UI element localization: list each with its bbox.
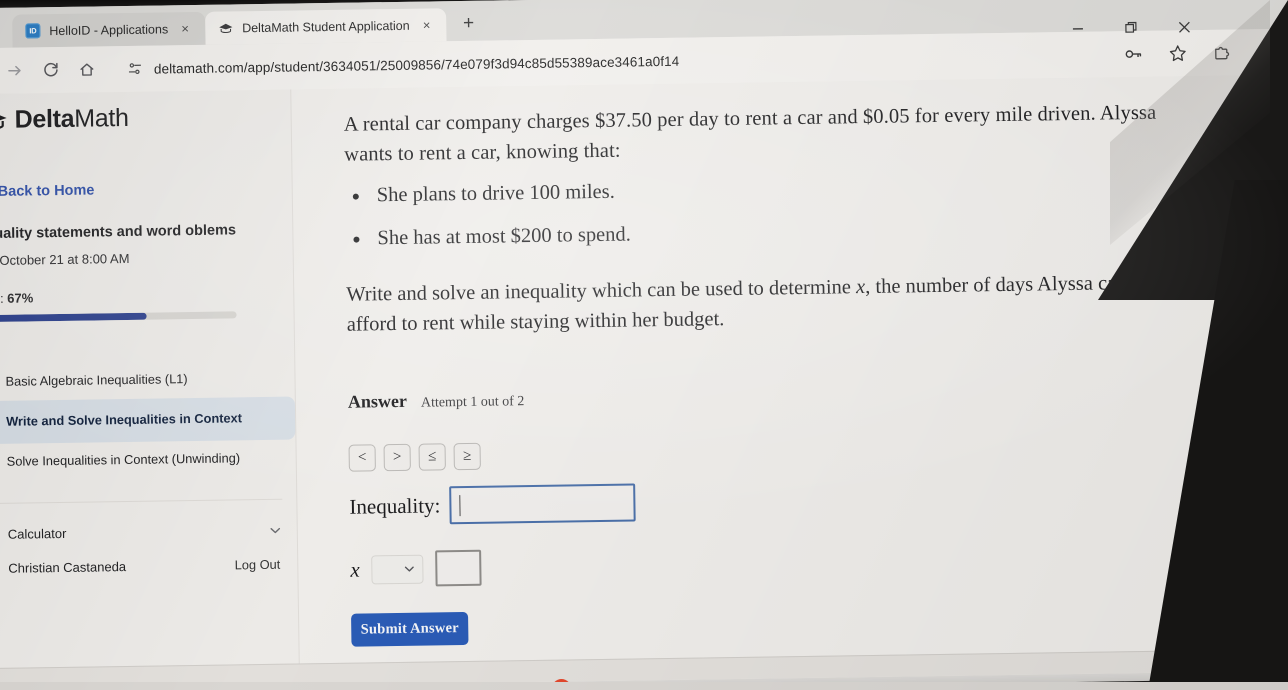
more-menu-icon[interactable] [1255, 41, 1277, 63]
grade-value: 67% [7, 290, 34, 306]
new-tab-button[interactable]: + [454, 10, 482, 38]
home-icon[interactable] [71, 54, 102, 85]
operator-less-than-button[interactable]: < [348, 444, 376, 473]
sidebar-footer: Calculator Christian Castaneda Log Out [0, 513, 298, 586]
sidebar: DeltaMath Back to Home equality statemen… [0, 89, 301, 690]
progress-bar [0, 311, 237, 322]
calculator-label: Calculator [7, 526, 67, 542]
restore-icon[interactable] [1122, 19, 1139, 36]
toolbar-actions [1123, 41, 1288, 65]
progress-bar-fill [0, 312, 147, 322]
sidebar-item-label: Basic Algebraic Inequalities (L1) [5, 370, 188, 389]
sidebar-item-calculator[interactable]: Calculator [0, 513, 297, 552]
solution-value-input[interactable] [435, 550, 482, 587]
operator-greater-than-button[interactable]: > [383, 444, 411, 472]
sidebar-item-label: Solve Inequalities in Context (Unwinding… [6, 450, 241, 469]
tab-title: HelloID - Applications [49, 21, 169, 38]
back-to-home-link[interactable]: Back to Home [0, 180, 292, 201]
user-name: Christian Castaneda [8, 559, 127, 576]
graduation-cap-icon [0, 111, 7, 130]
sidebar-user-row[interactable]: Christian Castaneda Log Out [0, 547, 298, 586]
minimize-icon[interactable] [1069, 20, 1086, 37]
keyboard-icon [1238, 394, 1260, 409]
assignment-due-date: ue: October 21 at 8:00 AM [0, 250, 130, 268]
answer-heading: Answer [347, 391, 408, 413]
password-key-icon[interactable] [1123, 43, 1145, 65]
extensions-puzzle-icon[interactable] [1211, 42, 1233, 64]
answer-header: Answer Attempt 1 out of 2 [348, 380, 1176, 413]
sidebar-divider [0, 498, 283, 504]
reload-icon[interactable] [35, 54, 66, 85]
problem-bullet-list: She plans to drive 100 miles. She has at… [371, 170, 1174, 254]
sidebar-item-write-and-solve-inequalities-in-context[interactable]: Write and Solve Inequalities in Context [0, 396, 296, 444]
inequality-operator-buttons: < > ≤ ≥ [348, 433, 1177, 473]
assignment-grade: ade: 67% [0, 286, 293, 306]
forward-icon[interactable] [0, 55, 30, 86]
inequality-answer-row: Inequality: [349, 476, 1177, 526]
address-bar[interactable]: deltamath.com/app/student/3634051/250098… [113, 39, 1123, 84]
submit-answer-button[interactable]: Submit Answer [351, 612, 469, 648]
solution-row: x [350, 540, 1178, 588]
close-icon[interactable]: × [418, 17, 434, 33]
deltamath-logo[interactable]: DeltaMath [0, 90, 291, 136]
browser-tab-helloid[interactable]: ID HelloID - Applications × [12, 11, 206, 48]
assignment-task-list: Basic Algebraic Inequalities (L1) Write … [0, 359, 296, 481]
chevron-down-icon[interactable] [268, 523, 283, 538]
back-to-home-label: Back to Home [0, 182, 95, 200]
chevron-down-icon [403, 562, 417, 576]
deltamath-icon [218, 20, 233, 35]
sidebar-item-solve-inequalities-in-context-unwinding[interactable]: Solve Inequalities in Context (Unwinding… [0, 439, 296, 481]
problem-statement: A rental car company charges $37.50 per … [343, 101, 1157, 166]
url-text: deltamath.com/app/student/3634051/250098… [153, 53, 680, 77]
inequality-input[interactable] [449, 483, 636, 525]
problem-question-part1: Write and solve an inequality which can … [346, 276, 857, 306]
sidebar-item-basic-algebraic-inequalities[interactable]: Basic Algebraic Inequalities (L1) [0, 359, 295, 401]
helloid-icon: ID [25, 23, 41, 39]
brand-bold: Delta [14, 104, 75, 134]
browser-window: ID HelloID - Applications × DeltaMath St… [0, 0, 1288, 690]
solution-operator-select[interactable] [371, 554, 424, 585]
page-content: DeltaMath Back to Home equality statemen… [0, 74, 1288, 690]
monitor-photo: ID HelloID - Applications × DeltaMath St… [0, 0, 1288, 690]
browser-tab-deltamath[interactable]: DeltaMath Student Application × [204, 8, 447, 45]
close-icon[interactable]: × [177, 20, 193, 36]
keyboard-toggle-button[interactable] [1229, 389, 1269, 415]
problem-bullet: She has at most $200 to spend. [371, 213, 1173, 255]
inequality-label: Inequality: [349, 493, 441, 519]
bookmark-star-icon[interactable] [1167, 42, 1189, 64]
operator-greater-than-or-equal-button[interactable]: ≥ [453, 443, 481, 471]
sidebar-item-label: Write and Solve Inequalities in Context [6, 409, 243, 429]
close-icon[interactable] [1175, 18, 1192, 35]
text-caret [459, 494, 461, 516]
window-controls [1069, 18, 1192, 37]
tab-title: DeltaMath Student Application [242, 18, 410, 35]
log-out-button[interactable]: Log Out [235, 557, 284, 573]
problem-variable: x [855, 275, 866, 299]
assignment-title: equality statements and word oblems [0, 222, 237, 243]
problem-panel: A rental car company charges $37.50 per … [291, 75, 1288, 686]
operator-less-than-or-equal-button[interactable]: ≤ [418, 443, 446, 472]
brand-light: Math [74, 103, 129, 133]
site-settings-icon[interactable] [127, 61, 143, 77]
solution-variable: x [350, 557, 360, 582]
attempt-counter: Attempt 1 out of 2 [420, 394, 525, 411]
problem-question: Write and solve an inequality which can … [346, 268, 1175, 340]
problem-bullet: She plans to drive 100 miles. [371, 170, 1173, 212]
